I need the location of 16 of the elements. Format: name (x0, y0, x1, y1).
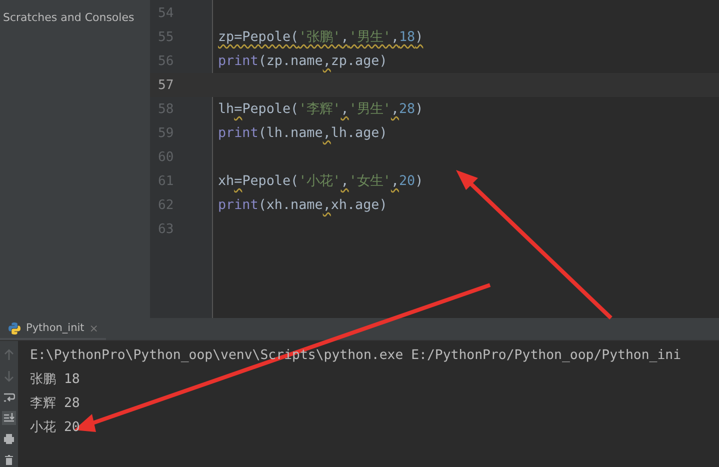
console-output-line: 张鹏 18 (30, 371, 81, 389)
trash-icon[interactable] (2, 453, 16, 467)
console-output-line: 李辉 28 (30, 395, 81, 413)
code-line: print(xh.name,xh.age) (218, 196, 388, 214)
console-output-line: 小花 20 (30, 419, 81, 437)
python-logo-icon (8, 322, 21, 334)
code-line: print(zp.name,zp.age) (218, 52, 388, 70)
run-tab[interactable]: Python_init × (0, 318, 106, 340)
tab-label: Python_init (26, 322, 84, 334)
scroll-to-end-icon[interactable] (2, 411, 16, 425)
code-line: print(lh.name,lh.age) (218, 124, 388, 142)
line-number: 57 (157, 78, 175, 92)
code-line: xh=Pepole('小花','女生',20) (218, 172, 424, 190)
code-line: lh=Pepole('李辉','男生',28) (218, 100, 424, 118)
code-line: zp=Pepole('张鹏','男生',18) (218, 28, 424, 46)
project-tree-item[interactable]: Scratches and Consoles (0, 11, 134, 25)
